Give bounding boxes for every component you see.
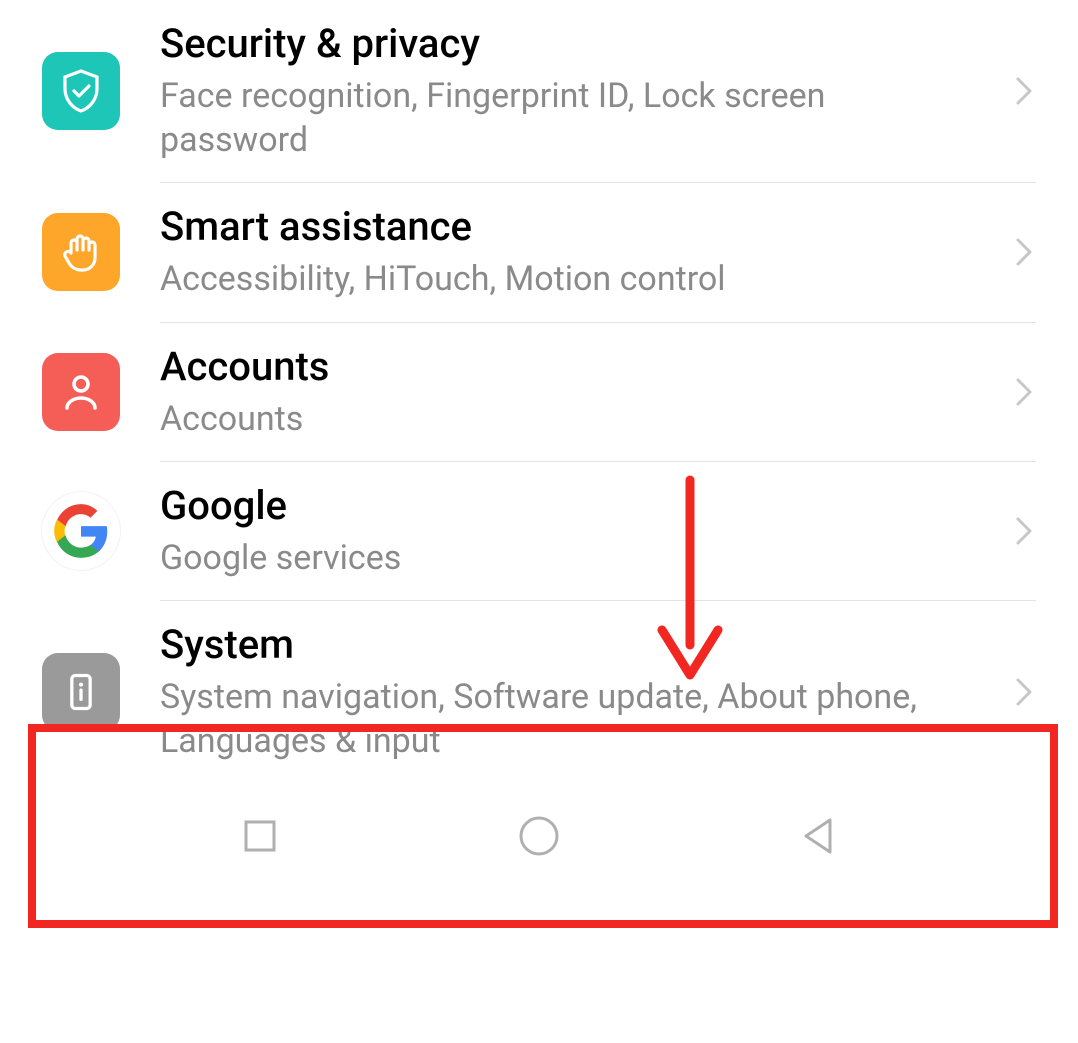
settings-item-subtitle: Face recognition, Fingerprint ID, Lock s… <box>160 74 972 162</box>
settings-item-title: Google <box>160 482 972 530</box>
settings-item-title: Security & privacy <box>160 20 972 68</box>
settings-item-text: System System navigation, Software updat… <box>120 621 1012 763</box>
google-icon <box>42 492 120 570</box>
settings-item-subtitle: Accounts <box>160 397 972 441</box>
settings-item-security[interactable]: Security & privacy Face recognition, Fin… <box>0 0 1078 182</box>
settings-item-subtitle: Accessibility, HiTouch, Motion control <box>160 257 972 301</box>
settings-item-text: Smart assistance Accessibility, HiTouch,… <box>120 203 1012 301</box>
nav-back-button[interactable] <box>790 808 846 864</box>
settings-item-title: System <box>160 621 972 669</box>
phone-info-icon <box>42 653 120 731</box>
settings-item-system[interactable]: System System navigation, Software updat… <box>0 601 1078 791</box>
settings-item-accounts[interactable]: Accounts Accounts <box>0 323 1078 461</box>
settings-list: Security & privacy Face recognition, Fin… <box>0 0 1078 791</box>
chevron-right-icon <box>1012 372 1036 412</box>
settings-item-text: Security & privacy Face recognition, Fin… <box>120 20 1012 162</box>
settings-item-smart-assistance[interactable]: Smart assistance Accessibility, HiTouch,… <box>0 183 1078 321</box>
chevron-right-icon <box>1012 511 1036 551</box>
nav-home-button[interactable] <box>511 808 567 864</box>
nav-recent-button[interactable] <box>232 808 288 864</box>
settings-item-subtitle: Google services <box>160 536 972 580</box>
settings-item-subtitle: System navigation, Software update, Abou… <box>160 675 972 763</box>
chevron-right-icon <box>1012 672 1036 712</box>
hand-icon <box>42 213 120 291</box>
person-icon <box>42 353 120 431</box>
settings-item-title: Smart assistance <box>160 203 972 251</box>
chevron-right-icon <box>1012 232 1036 272</box>
settings-item-google[interactable]: Google Google services <box>0 462 1078 600</box>
settings-item-text: Google Google services <box>120 482 1012 580</box>
settings-item-text: Accounts Accounts <box>120 343 1012 441</box>
navigation-bar <box>0 791 1078 881</box>
settings-item-title: Accounts <box>160 343 972 391</box>
shield-check-icon <box>42 52 120 130</box>
chevron-right-icon <box>1012 71 1036 111</box>
